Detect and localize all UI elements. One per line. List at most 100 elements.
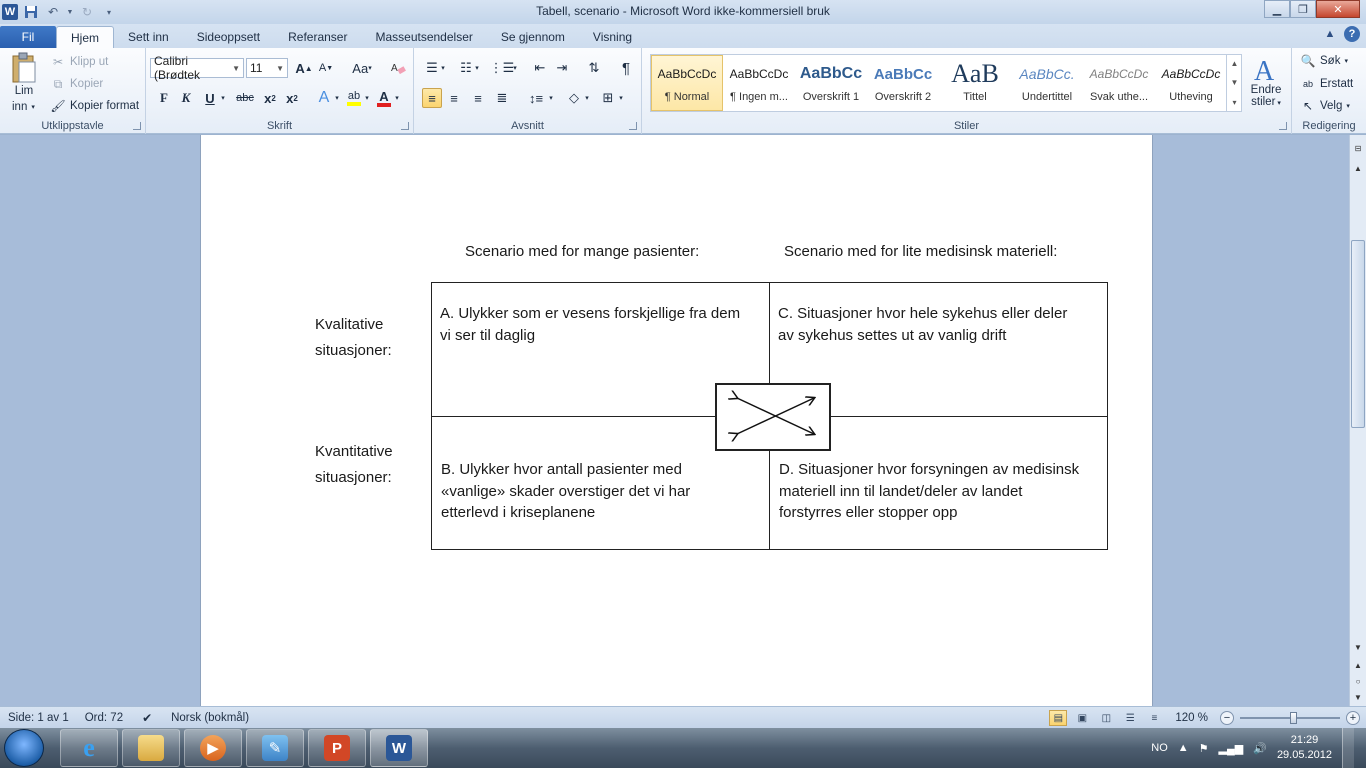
style-title[interactable]: AaB Tittel	[939, 55, 1011, 111]
undo-dropdown-icon[interactable]: ▼	[66, 3, 74, 21]
start-button[interactable]	[4, 729, 44, 767]
bold-button[interactable]: F	[154, 88, 174, 108]
style-no-spacing[interactable]: AaBbCcDc ¶ Ingen m...	[723, 55, 795, 111]
change-styles-button[interactable]: A Endre stiler ▾	[1249, 54, 1283, 110]
format-painter-button[interactable]: 🖌 Kopier format	[50, 98, 139, 114]
subscript-button[interactable]: x2	[260, 88, 280, 108]
tab-file[interactable]: Fil	[0, 26, 56, 48]
print-layout-view-icon[interactable]: ▤	[1049, 710, 1068, 726]
line-spacing-icon[interactable]: ↕≡	[526, 88, 546, 108]
grow-font-button[interactable]: A ▲	[294, 58, 314, 78]
style-subtitle[interactable]: AaBbCc. Undertittel	[1011, 55, 1083, 111]
scroll-down-icon[interactable]: ▼	[1351, 640, 1365, 654]
vertical-scrollbar[interactable]: ⊟ ▲ ▼ ▲ ○ ▼	[1349, 135, 1366, 706]
show-desktop-button[interactable]	[1342, 728, 1354, 768]
align-center-icon[interactable]: ≡	[444, 88, 464, 108]
align-right-icon[interactable]: ≡	[468, 88, 488, 108]
cut-button[interactable]: ✂ Klipp ut	[50, 54, 108, 70]
clear-formatting-icon[interactable]: A	[388, 58, 408, 78]
decrease-indent-icon[interactable]: ⇤	[530, 58, 550, 78]
line-spacing-dropdown-icon[interactable]: ▾	[546, 88, 556, 108]
zoom-slider-knob[interactable]	[1289, 712, 1297, 724]
input-language[interactable]: NO	[1151, 742, 1168, 754]
shading-dropdown-icon[interactable]: ▾	[582, 88, 592, 108]
copy-button[interactable]: ⧉ Kopier	[50, 76, 104, 92]
underline-dropdown-icon[interactable]: ▾	[218, 88, 228, 108]
clock[interactable]: 21:29 29.05.2012	[1277, 733, 1332, 763]
minimize-ribbon-icon[interactable]: ▲	[1322, 26, 1338, 42]
font-color-button[interactable]: A	[374, 88, 394, 108]
scroll-up-icon[interactable]: ▲	[1351, 161, 1365, 175]
next-page-icon[interactable]: ▼	[1351, 690, 1365, 704]
styles-scroll-down-icon[interactable]: ▼	[1231, 78, 1239, 87]
volume-icon[interactable]: 🔊	[1253, 742, 1267, 755]
ruler-toggle-icon[interactable]: ⊟	[1351, 141, 1365, 155]
bullets-dropdown-icon[interactable]: ▾	[438, 58, 448, 78]
scroll-thumb[interactable]	[1351, 240, 1365, 428]
align-left-icon[interactable]: ≡	[422, 88, 442, 108]
action-center-icon[interactable]: ⚑	[1199, 742, 1209, 755]
language-indicator[interactable]: Norsk (bokmål)	[163, 707, 257, 729]
web-layout-view-icon[interactable]: ◫	[1097, 710, 1115, 726]
shrink-font-button[interactable]: A ▼	[316, 58, 336, 78]
zoom-out-icon[interactable]: −	[1220, 711, 1234, 725]
borders-dropdown-icon[interactable]: ▾	[616, 88, 626, 108]
outline-view-icon[interactable]: ☰	[1121, 710, 1139, 726]
strikethrough-button[interactable]: abc	[232, 88, 258, 108]
save-icon[interactable]	[22, 3, 40, 21]
tab-mailings[interactable]: Masseutsendelser	[361, 26, 486, 48]
show-hidden-icons-icon[interactable]: ▲	[1178, 742, 1189, 754]
tab-review[interactable]: Se gjennom	[487, 26, 579, 48]
tab-home[interactable]: Hjem	[56, 26, 115, 48]
taskbar-internet-explorer[interactable]: e	[60, 729, 118, 767]
style-subtle-emphasis[interactable]: AaBbCcDc Svak uthe...	[1083, 55, 1155, 111]
pilcrow-icon[interactable]: ¶	[616, 58, 636, 78]
select-button[interactable]: ↖ Velg ▾	[1300, 98, 1350, 114]
shading-icon[interactable]: ◇	[564, 88, 584, 108]
superscript-button[interactable]: x2	[282, 88, 302, 108]
style-emphasis[interactable]: AaBbCcDc Utheving	[1155, 55, 1227, 111]
zoom-in-icon[interactable]: +	[1346, 711, 1360, 725]
redo-icon[interactable]: ↻	[78, 3, 96, 21]
maximize-button[interactable]: ❐	[1290, 0, 1316, 18]
justify-icon[interactable]: ≣	[492, 88, 512, 108]
find-button[interactable]: 🔍 Søk ▾	[1300, 53, 1348, 69]
font-name-combo[interactable]: Calibri (Brødtek ▼	[150, 54, 244, 82]
browse-object-icon[interactable]: ○	[1351, 674, 1365, 688]
taskbar-paint[interactable]: ✎	[246, 729, 304, 767]
text-effects-dropdown-icon[interactable]: ▾	[332, 88, 342, 108]
change-case-button[interactable]: Aa ▾	[348, 58, 376, 78]
document-page[interactable]: Scenario med for mange pasienter: Scenar…	[200, 135, 1153, 706]
taskbar-word[interactable]: W	[370, 729, 428, 767]
highlight-dropdown-icon[interactable]: ▾	[362, 88, 372, 108]
styles-scroll-up-icon[interactable]: ▲	[1231, 59, 1239, 68]
increase-indent-icon[interactable]: ⇥	[552, 58, 572, 78]
zoom-slider[interactable]	[1240, 710, 1340, 726]
help-icon[interactable]: ?	[1344, 26, 1360, 42]
tab-page-layout[interactable]: Sideoppsett	[183, 26, 274, 48]
taskbar-explorer[interactable]	[122, 729, 180, 767]
numbering-dropdown-icon[interactable]: ▾	[472, 58, 482, 78]
word-count[interactable]: Ord: 72	[77, 707, 131, 729]
full-screen-view-icon[interactable]: ▣	[1073, 710, 1091, 726]
close-button[interactable]: ✕	[1316, 0, 1360, 18]
network-icon[interactable]: ▂▄▆	[1219, 742, 1244, 755]
styles-launcher-icon[interactable]	[1279, 122, 1287, 130]
multilevel-dropdown-icon[interactable]: ▾	[510, 58, 520, 78]
borders-icon[interactable]: ⊞	[598, 88, 618, 108]
tab-insert[interactable]: Sett inn	[114, 26, 183, 48]
sort-icon[interactable]: ⇅	[584, 58, 604, 78]
draft-view-icon[interactable]: ≡	[1145, 710, 1163, 726]
tab-view[interactable]: Visning	[579, 26, 646, 48]
paste-label-2[interactable]: inn ▾	[12, 101, 35, 113]
styles-more-icon[interactable]: ▾	[1232, 98, 1236, 107]
style-heading-1[interactable]: AaBbCc Overskrift 1	[795, 55, 867, 111]
customize-toolbar-icon[interactable]: ▾	[100, 3, 118, 21]
font-size-combo[interactable]: 11 ▼	[246, 58, 288, 78]
word-app-icon[interactable]: W	[2, 4, 18, 20]
undo-icon[interactable]: ↶	[44, 3, 62, 21]
highlight-button[interactable]: ab	[344, 88, 364, 108]
minimize-button[interactable]: ▁	[1264, 0, 1290, 18]
underline-button[interactable]: U	[200, 88, 220, 108]
taskbar-media-player[interactable]: ▶	[184, 729, 242, 767]
